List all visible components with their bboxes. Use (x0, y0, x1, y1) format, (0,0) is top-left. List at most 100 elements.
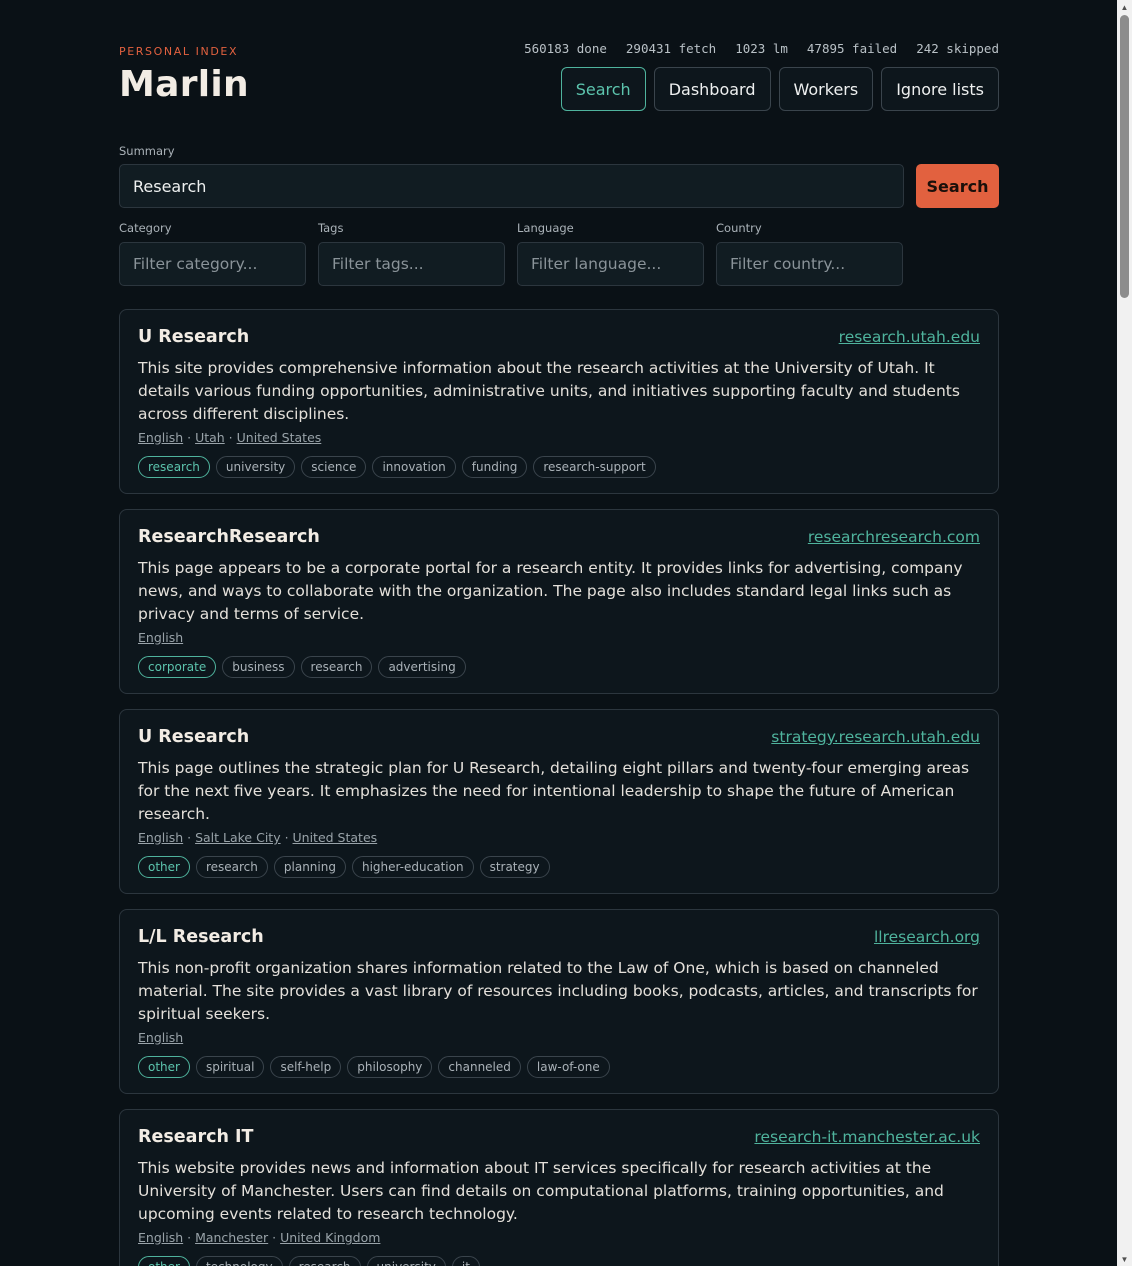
filter-tags: Tags Filter tags... (318, 221, 505, 286)
result-meta-link[interactable]: English (138, 830, 183, 845)
result-header: U Research strategy.research.utah.edu (138, 727, 980, 747)
tag-chip[interactable]: strategy (479, 856, 550, 878)
result-meta-link[interactable]: United States (237, 430, 322, 445)
stat-fetch: 290431 fetch (625, 41, 717, 56)
result-title: U Research (138, 327, 250, 347)
filter-country-input[interactable]: Filter country... (716, 242, 903, 286)
result-meta-link[interactable]: English (138, 430, 183, 445)
meta-separator: · (268, 1230, 281, 1245)
filter-language: Language Filter language... (517, 221, 704, 286)
result-description: This page appears to be a corporate port… (138, 559, 963, 623)
result-description: This page outlines the strategic plan fo… (138, 759, 970, 823)
result-header: U Research research.utah.edu (138, 327, 980, 347)
category-tag[interactable]: corporate (138, 656, 217, 678)
nav-ignore-lists-button[interactable]: Ignore lists (881, 67, 999, 111)
tag-chip[interactable]: advertising (378, 656, 466, 678)
tag-chip[interactable]: it (451, 1256, 480, 1266)
result-description: This site provides comprehensive informa… (138, 359, 960, 423)
category-tag[interactable]: research (138, 456, 210, 478)
filter-category: Category Filter category... (119, 221, 306, 286)
category-tag[interactable]: other (138, 856, 190, 878)
result-card: Research IT research-it.manchester.ac.uk T… (119, 1109, 999, 1266)
tag-chip[interactable]: higher-education (351, 856, 474, 878)
category-tag[interactable]: other (138, 1256, 190, 1266)
result-meta-link[interactable]: English (138, 1230, 183, 1245)
result-tags: other technology research university it (138, 1256, 980, 1266)
tag-chip[interactable]: spiritual (195, 1056, 265, 1078)
nav-workers-button[interactable]: Workers (778, 67, 874, 111)
tag-chip[interactable]: business (222, 656, 295, 678)
app-title: Marlin (119, 64, 249, 105)
result-meta-link[interactable]: United States (293, 830, 378, 845)
results-list: U Research research.utah.edu This site pro… (119, 309, 999, 1266)
result-url-link[interactable]: llresearch.org (874, 928, 980, 946)
search-button[interactable]: Search (916, 164, 999, 208)
result-url-link[interactable]: researchresearch.com (808, 528, 980, 546)
tag-chip[interactable]: funding (461, 456, 528, 478)
filter-tags-input[interactable]: Filter tags... (318, 242, 505, 286)
tag-chip[interactable]: research (300, 656, 373, 678)
tag-chip[interactable]: university (215, 456, 296, 478)
category-tag[interactable]: other (138, 1056, 190, 1078)
tag-chip[interactable]: technology (195, 1256, 283, 1266)
meta-separator: · (183, 830, 196, 845)
tag-chip[interactable]: research (195, 856, 268, 878)
tag-chip[interactable]: research (288, 1256, 361, 1266)
result-meta-link[interactable]: United Kingdom (280, 1230, 380, 1245)
tag-chip[interactable]: law-of-one (526, 1056, 610, 1078)
result-meta: English · Salt Lake City · United States (138, 830, 980, 845)
result-meta: English · Manchester · United Kingdom (138, 1230, 980, 1245)
meta-separator: · (224, 430, 237, 445)
scroll-down-arrow-icon[interactable]: ▼ (1117, 1252, 1132, 1266)
result-title: ResearchResearch (138, 527, 320, 547)
stat-lm: 1023 lm (735, 41, 788, 56)
tag-chip[interactable]: channeled (438, 1056, 521, 1078)
result-url-link[interactable]: research.utah.edu (839, 328, 980, 346)
tag-chip[interactable]: planning (273, 856, 346, 878)
result-header: L/L Research llresearch.org (138, 927, 980, 947)
result-meta-link[interactable]: English (138, 630, 183, 645)
filter-language-input[interactable]: Filter language... (517, 242, 704, 286)
scroll-thumb[interactable] (1120, 15, 1129, 298)
filter-category-label: Category (119, 221, 172, 235)
result-meta-link[interactable]: Utah (195, 430, 225, 445)
scroll-up-arrow-icon[interactable]: ▲ (1117, 0, 1132, 14)
tag-chip[interactable]: self-help (270, 1056, 342, 1078)
summary-input[interactable]: Research (119, 164, 904, 208)
meta-separator: · (280, 830, 293, 845)
result-card: U Research strategy.research.utah.edu This… (119, 709, 999, 894)
result-url-link[interactable]: strategy.research.utah.edu (771, 728, 980, 746)
stats-bar: 560183 done 290431 fetch 1023 lm 47895 f… (524, 41, 999, 56)
result-header: Research IT research-it.manchester.ac.uk (138, 1127, 980, 1147)
result-card: U Research research.utah.edu This site pro… (119, 309, 999, 494)
result-meta-link[interactable]: English (138, 1030, 183, 1045)
tag-chip[interactable]: university (366, 1256, 446, 1266)
result-card: L/L Research llresearch.org This non-profi… (119, 909, 999, 1094)
result-description: This website provides news and informati… (138, 1159, 944, 1223)
result-url-link[interactable]: research-it.manchester.ac.uk (754, 1128, 980, 1146)
nav-dashboard-button[interactable]: Dashboard (653, 67, 771, 111)
stat-done: 560183 done (524, 41, 607, 56)
result-description: This non-profit organization shares info… (138, 959, 978, 1023)
stat-failed: 47895 failed (806, 41, 898, 56)
filter-country: Country Filter country... (716, 221, 903, 286)
result-tags: research university science innovation fundi… (138, 456, 980, 478)
scrollbar[interactable]: ▲ ▼ (1117, 0, 1132, 1266)
tag-chip[interactable]: philosophy (347, 1056, 433, 1078)
tag-chip[interactable]: science (301, 456, 367, 478)
filter-category-input[interactable]: Filter category... (119, 242, 306, 286)
result-meta-link[interactable]: Manchester (195, 1230, 268, 1245)
filter-tags-label: Tags (318, 221, 344, 235)
result-meta-link[interactable]: Salt Lake City (195, 830, 281, 845)
result-tags: corporate business research advertising (138, 656, 980, 678)
filter-country-label: Country (716, 221, 762, 235)
result-meta: English (138, 1030, 980, 1045)
nav-search-button[interactable]: Search (560, 67, 646, 111)
tag-chip[interactable]: innovation (372, 456, 456, 478)
stat-skipped: 242 skipped (916, 41, 999, 56)
brand-label: PERSONAL INDEX (119, 45, 239, 58)
result-meta: English (138, 630, 980, 645)
result-title: L/L Research (138, 927, 264, 947)
main-nav: Search Dashboard Workers Ignore lists (560, 67, 999, 111)
tag-chip[interactable]: research-support (533, 456, 656, 478)
